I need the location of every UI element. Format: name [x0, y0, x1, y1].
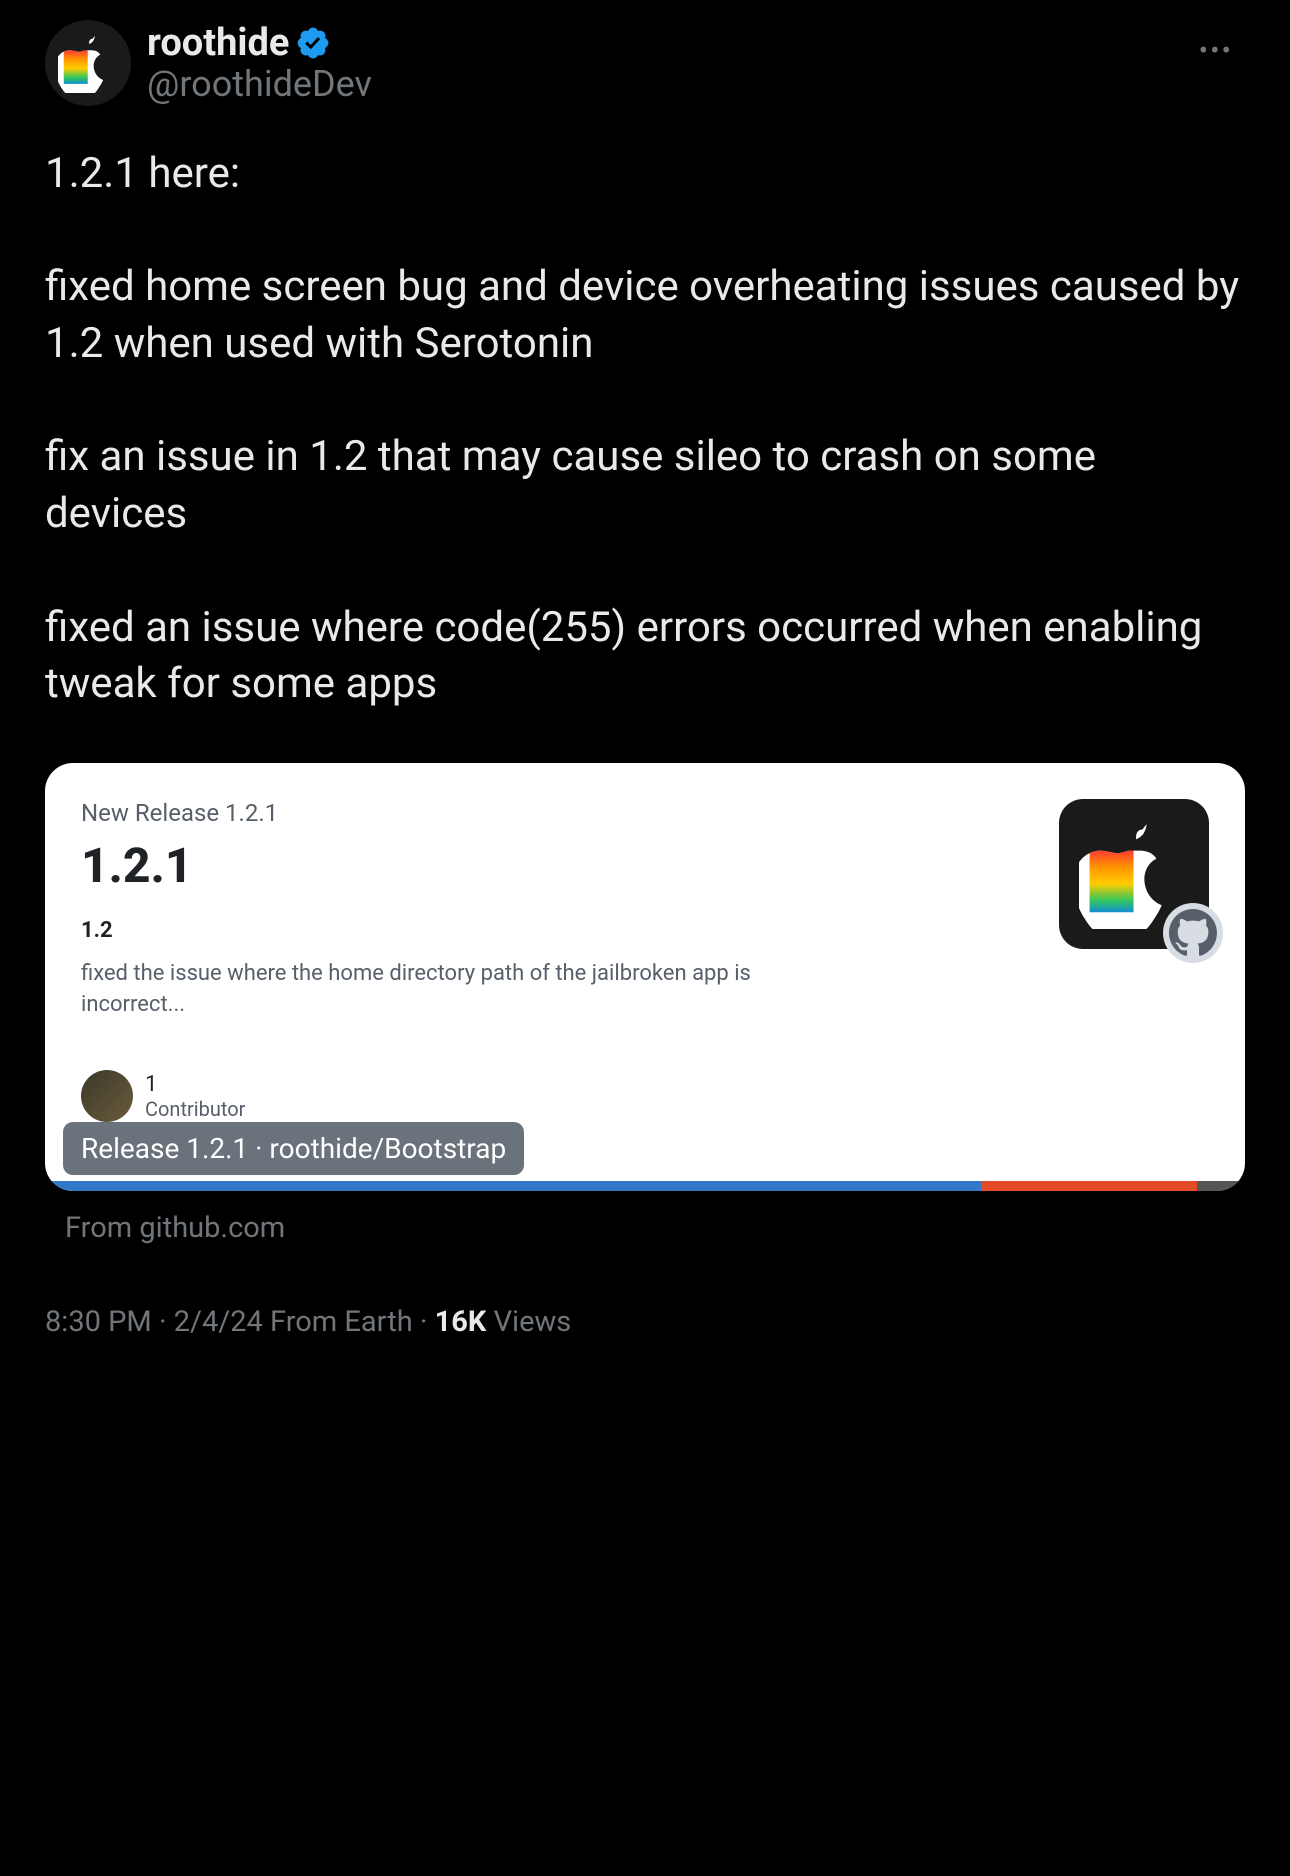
release-pill: Release 1.2.1 · roothide/Bootstrap [63, 1122, 524, 1175]
card-footer-overlay: Release 1.2.1 · roothide/Bootstrap [63, 1122, 1245, 1175]
card-description: fixed the issue where the home directory… [81, 959, 801, 1021]
card-source: From github.com [45, 1211, 1245, 1245]
tweet-text: 1.2.1 here: fixed home screen bug and de… [45, 146, 1245, 713]
verified-badge-icon [295, 25, 331, 61]
contributor-count: 1 [145, 1072, 245, 1097]
language-bar-segment [45, 1181, 981, 1191]
avatar[interactable] [45, 20, 131, 106]
card-version: 1.2.1 [81, 837, 1209, 894]
tweet-meta: 8:30 PM · 2/4/24 From Earth · 16K Views [45, 1305, 1245, 1339]
github-badge-icon [1163, 903, 1223, 963]
card-prev-version: 1.2 [81, 918, 1209, 943]
language-bar [45, 1181, 1245, 1191]
tweet-from: From Earth [270, 1305, 413, 1339]
contributor-label: Contributor [145, 1097, 245, 1121]
display-name: roothide [147, 21, 289, 65]
tweet-date[interactable]: 2/4/24 [174, 1305, 263, 1339]
more-options-icon[interactable]: ••• [1199, 20, 1245, 67]
contributors: 1 Contributor [45, 1070, 1245, 1128]
views-count[interactable]: 16K [435, 1305, 487, 1339]
tweet-time[interactable]: 8:30 PM [45, 1305, 152, 1339]
card-new-release-label: New Release 1.2.1 [81, 799, 1209, 827]
tweet-header: roothide @roothideDev ••• [45, 20, 1245, 106]
card-logo [1059, 799, 1209, 949]
link-preview-card[interactable]: New Release 1.2.1 1.2.1 1.2 fixed the is… [45, 763, 1245, 1192]
views-label: Views [494, 1305, 572, 1339]
avatar-apple-icon [58, 33, 118, 93]
name-handle-block: roothide @roothideDev [147, 21, 372, 105]
contributor-avatar [81, 1070, 133, 1122]
name-line[interactable]: roothide [147, 21, 372, 65]
header-left: roothide @roothideDev [45, 20, 372, 106]
language-bar-segment [981, 1181, 1197, 1191]
language-bar-segment [1197, 1181, 1245, 1191]
handle[interactable]: @roothideDev [147, 63, 372, 105]
card-content: New Release 1.2.1 1.2.1 1.2 fixed the is… [45, 763, 1245, 1071]
contributor-meta: 1 Contributor [145, 1072, 245, 1121]
